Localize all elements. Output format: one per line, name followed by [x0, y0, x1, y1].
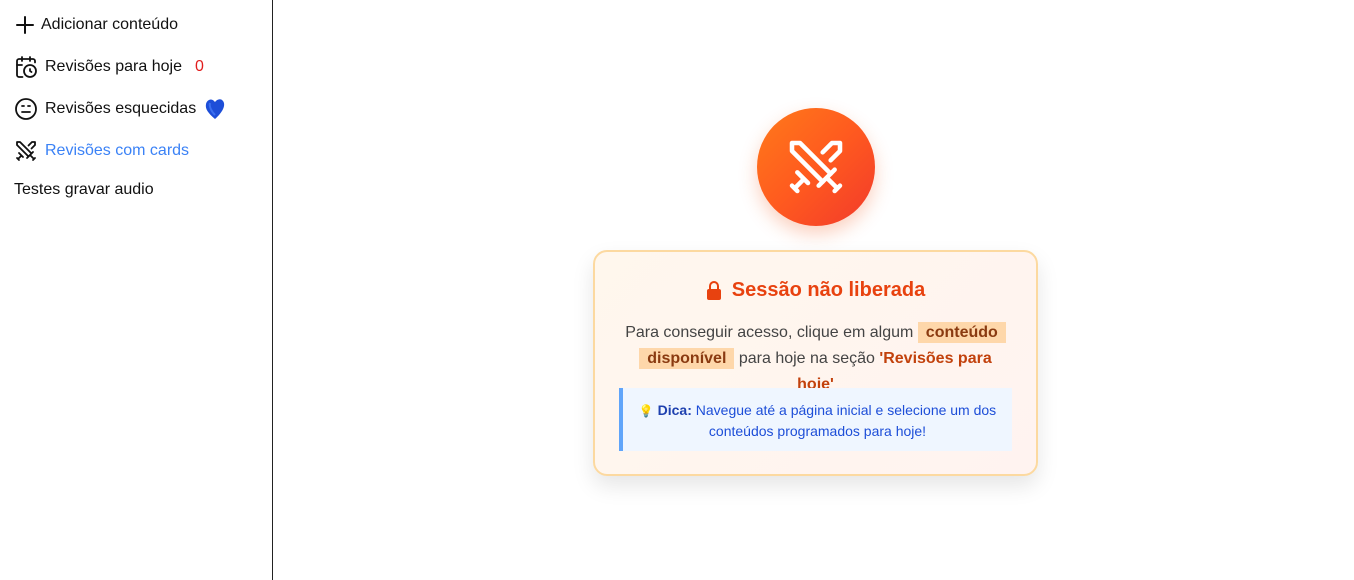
tip-box: 💡 Dica: Navegue até a página inicial e s…: [619, 388, 1012, 451]
message-prefix: Para conseguir acesso, clique em algum: [625, 324, 914, 341]
locked-session-card: Sessão não liberada Para conseguir acess…: [593, 250, 1038, 476]
plus-icon: [14, 13, 36, 37]
sidebar-item-label: Revisões esquecidas: [45, 100, 197, 117]
sidebar-item-reviews-today[interactable]: Revisões para hoje 0: [14, 55, 204, 79]
sidebar-item-card-reviews[interactable]: Revisões com cards: [14, 139, 189, 163]
tip-text: Navegue até a página inicial e selecione…: [695, 402, 997, 439]
highlight-available: disponível: [639, 348, 735, 369]
tip-label: Dica:: [657, 402, 692, 418]
card-message: Para conseguir acesso, clique em algum c…: [619, 320, 1012, 398]
lightbulb-icon: 💡: [638, 404, 654, 418]
sidebar-item-label: Adicionar conteúdo: [41, 16, 178, 33]
message-middle: para hoje na seção: [738, 350, 875, 367]
reviews-count-badge: 0: [194, 58, 204, 75]
lock-icon: [706, 280, 722, 301]
sidebar-item-label: Testes gravar audio: [14, 181, 154, 198]
crossed-swords-icon: [14, 139, 38, 163]
sidebar-item-audio-tests[interactable]: Testes gravar audio: [14, 181, 154, 199]
sidebar-item-label: Revisões para hoje: [45, 58, 182, 75]
sidebar: Adicionar conteúdo Revisões para hoje 0 …: [0, 0, 273, 580]
sidebar-item-add-content[interactable]: Adicionar conteúdo: [14, 13, 178, 37]
sidebar-item-label: Revisões com cards: [45, 142, 190, 159]
sidebar-item-forgotten-reviews[interactable]: Revisões esquecidas: [14, 97, 226, 121]
neutral-face-icon: [14, 97, 38, 121]
card-title: Sessão não liberada: [595, 279, 1036, 302]
blue-heart-icon: [204, 97, 226, 121]
crossed-swords-icon: [784, 135, 848, 199]
calendar-clock-icon: [14, 55, 38, 79]
hero-swords-badge: [757, 108, 875, 226]
highlight-content: conteúdo: [917, 322, 1006, 343]
card-title-text: Sessão não liberada: [731, 279, 926, 301]
